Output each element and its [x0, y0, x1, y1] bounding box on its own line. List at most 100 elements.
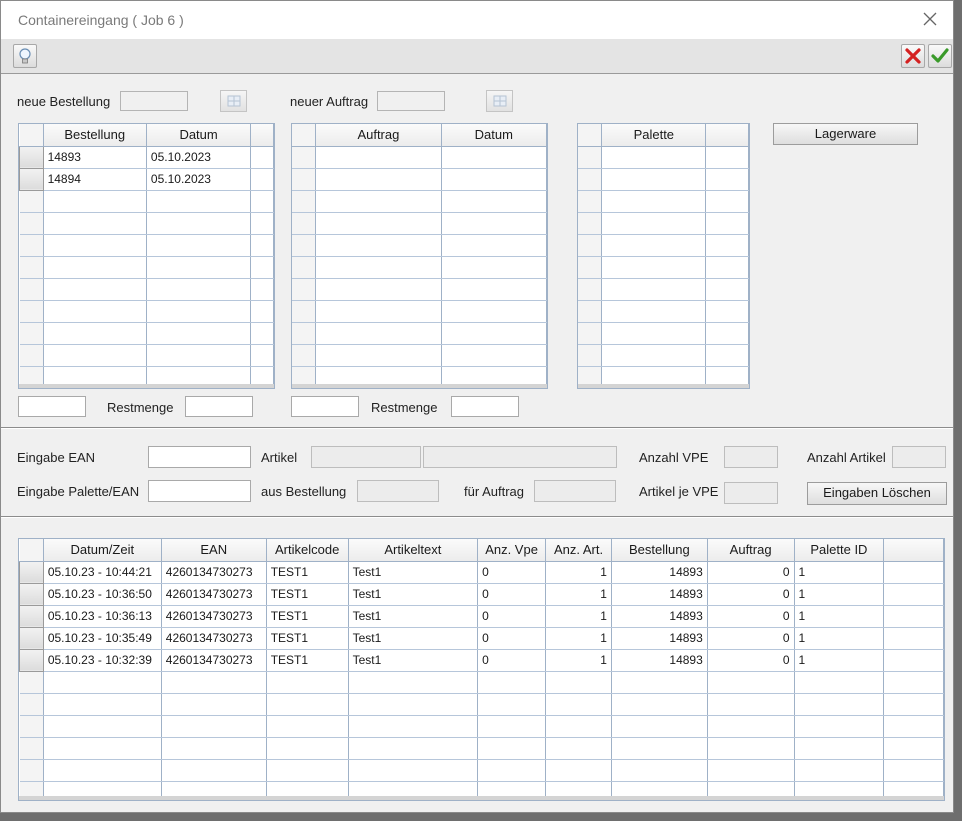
table-cell[interactable]: 1 [794, 561, 885, 584]
table-cell[interactable] [250, 190, 274, 213]
table-row[interactable]: 05.10.23 - 10:32:39 4260134730273 TEST1 Tes… [19, 648, 944, 672]
column-header-anz-vpe[interactable]: Anz. Vpe [477, 539, 547, 562]
table-cell[interactable]: 05.10.23 - 10:35:49 [43, 627, 162, 650]
table-cell[interactable] [348, 693, 479, 716]
table-cell[interactable] [43, 322, 147, 345]
row-indicator[interactable] [19, 693, 44, 716]
table-cell[interactable]: 0 [477, 649, 547, 672]
table-cell[interactable] [705, 190, 749, 213]
table-cell[interactable] [611, 759, 708, 782]
table-cell[interactable] [477, 737, 547, 760]
table-row[interactable] [19, 212, 274, 235]
table-row[interactable] [578, 234, 749, 257]
table-cell[interactable] [794, 693, 885, 716]
table-cell[interactable] [477, 715, 547, 738]
table-row[interactable] [19, 737, 944, 760]
table-cell[interactable] [601, 344, 707, 367]
bestellung-filter-field[interactable] [18, 396, 86, 417]
table-cell[interactable] [794, 715, 885, 738]
table-cell[interactable]: 1 [545, 649, 612, 672]
table-cell[interactable]: 1 [794, 605, 885, 628]
table-row[interactable] [19, 190, 274, 213]
table-cell[interactable] [146, 344, 252, 367]
table-row[interactable] [578, 278, 749, 301]
table-row[interactable]: 05.10.23 - 10:35:49 4260134730273 TEST1 Tes… [19, 626, 944, 650]
table-cell[interactable] [883, 649, 944, 672]
table-cell[interactable] [705, 146, 749, 169]
table-cell[interactable] [161, 759, 267, 782]
table-cell[interactable] [441, 212, 547, 235]
neue-bestellung-field[interactable] [120, 91, 188, 111]
table-cell[interactable] [477, 671, 547, 694]
table-row[interactable] [578, 190, 749, 213]
table-cell[interactable]: 14894 [43, 168, 147, 191]
table-cell[interactable] [545, 715, 612, 738]
table-cell[interactable] [43, 278, 147, 301]
eingaben-loeschen-button[interactable]: Eingaben Löschen [807, 482, 947, 505]
row-indicator[interactable] [19, 759, 44, 782]
table-cell[interactable] [43, 344, 147, 367]
table-cell[interactable] [545, 693, 612, 716]
table-cell[interactable]: 14893 [611, 561, 708, 584]
cancel-button[interactable] [901, 44, 925, 68]
table-cell[interactable]: 1 [794, 583, 885, 606]
table-row[interactable]: 05.10.23 - 10:44:21 4260134730273 TEST1 Tes… [19, 560, 944, 584]
table-row[interactable] [19, 693, 944, 716]
table-row[interactable] [578, 146, 749, 169]
table-cell[interactable] [601, 190, 707, 213]
table-cell[interactable] [705, 212, 749, 235]
column-header-auftrag[interactable]: Auftrag [707, 539, 795, 562]
table-cell[interactable] [611, 671, 708, 694]
table-cell[interactable] [43, 190, 147, 213]
table-row[interactable] [19, 671, 944, 694]
table-cell[interactable]: 0 [707, 583, 795, 606]
table-cell[interactable] [705, 234, 749, 257]
table-row[interactable] [19, 256, 274, 279]
table-cell[interactable] [266, 737, 349, 760]
add-bestellung-button[interactable] [220, 90, 247, 112]
table-row[interactable] [19, 278, 274, 301]
table-cell[interactable]: TEST1 [266, 605, 349, 628]
column-header-bestellung[interactable]: Bestellung [611, 539, 708, 562]
table-cell[interactable] [43, 300, 147, 323]
column-header-datum-zeit[interactable]: Datum/Zeit [43, 539, 162, 562]
table-cell[interactable] [707, 737, 795, 760]
table-cell[interactable]: 14893 [43, 146, 147, 169]
close-icon[interactable] [921, 10, 939, 28]
table-cell[interactable] [315, 190, 442, 213]
table-cell[interactable] [250, 322, 274, 345]
table-cell[interactable] [146, 322, 252, 345]
table-cell[interactable]: 05.10.23 - 10:44:21 [43, 561, 162, 584]
table-cell[interactable]: 05.10.23 - 10:32:39 [43, 649, 162, 672]
table-cell[interactable]: Test1 [348, 561, 479, 584]
column-header-datum[interactable]: Datum [146, 124, 252, 147]
table-cell[interactable] [250, 256, 274, 279]
table-cell[interactable] [43, 212, 147, 235]
table-cell[interactable] [441, 300, 547, 323]
table-cell[interactable] [601, 278, 707, 301]
auftrag-grid[interactable]: Auftrag Datum [291, 123, 548, 389]
row-indicator[interactable] [292, 278, 317, 301]
table-row[interactable] [292, 146, 547, 169]
table-cell[interactable] [146, 278, 252, 301]
row-indicator[interactable] [19, 737, 44, 760]
row-indicator[interactable] [578, 344, 603, 367]
row-indicator[interactable] [19, 145, 44, 169]
table-row[interactable] [19, 234, 274, 257]
table-cell[interactable] [250, 212, 274, 235]
ean-input[interactable] [148, 446, 251, 468]
row-indicator[interactable] [578, 146, 603, 169]
table-cell[interactable] [883, 583, 944, 606]
table-row[interactable]: 05.10.23 - 10:36:50 4260134730273 TEST1 Tes… [19, 582, 944, 606]
table-cell[interactable] [601, 168, 707, 191]
table-cell[interactable]: Test1 [348, 627, 479, 650]
table-cell[interactable] [883, 759, 944, 782]
table-cell[interactable] [883, 715, 944, 738]
table-row[interactable] [578, 168, 749, 191]
table-row[interactable]: 05.10.23 - 10:36:13 4260134730273 TEST1 Tes… [19, 604, 944, 628]
table-cell[interactable] [883, 737, 944, 760]
table-cell[interactable] [315, 146, 442, 169]
row-indicator[interactable] [19, 582, 44, 606]
table-row[interactable] [292, 300, 547, 323]
table-row[interactable] [19, 300, 274, 323]
